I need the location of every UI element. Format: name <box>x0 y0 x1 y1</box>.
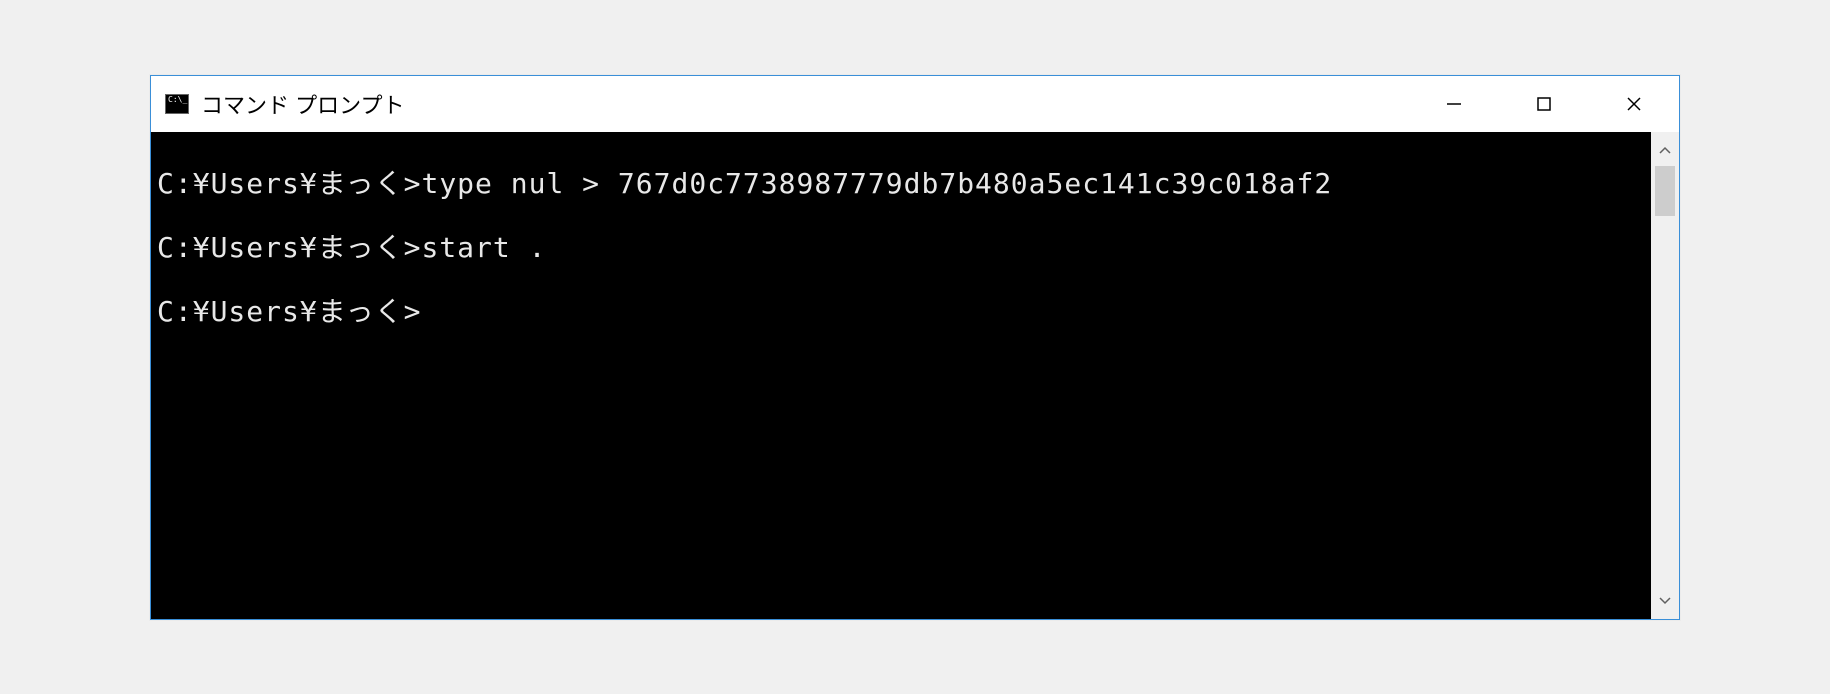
terminal-output[interactable]: C:¥Users¥まっく>type nul > 767d0c7738987779… <box>151 132 1651 619</box>
chevron-up-icon <box>1659 146 1671 154</box>
prompt: C:¥Users¥まっく> <box>157 167 421 200</box>
window-controls <box>1409 76 1679 132</box>
scroll-up-arrow[interactable] <box>1651 136 1679 164</box>
close-icon <box>1625 95 1643 113</box>
terminal-line: C:¥Users¥まっく> <box>157 295 421 328</box>
prompt: C:¥Users¥まっく> <box>157 231 421 264</box>
chevron-down-icon <box>1659 597 1671 605</box>
terminal-line: C:¥Users¥まっく>type nul > 767d0c7738987779… <box>157 167 1332 200</box>
close-button[interactable] <box>1589 76 1679 132</box>
command: type nul > 767d0c7738987779db7b480a5ec14… <box>421 167 1332 200</box>
maximize-button[interactable] <box>1499 76 1589 132</box>
window-title: コマンド プロンプト <box>201 88 1409 120</box>
command: start . <box>421 231 546 264</box>
command-prompt-window: コマンド プロンプト C:¥Users¥まっく>type nul > 767d0 <box>150 75 1680 620</box>
scroll-down-arrow[interactable] <box>1651 587 1679 615</box>
terminal-area: C:¥Users¥まっく>type nul > 767d0c7738987779… <box>151 132 1679 619</box>
prompt: C:¥Users¥まっく> <box>157 295 421 328</box>
maximize-icon <box>1536 96 1552 112</box>
minimize-icon <box>1445 95 1463 113</box>
scroll-track[interactable] <box>1651 164 1679 587</box>
vertical-scrollbar[interactable] <box>1651 132 1679 619</box>
terminal-line: C:¥Users¥まっく>start . <box>157 231 546 264</box>
app-icon <box>165 94 189 114</box>
minimize-button[interactable] <box>1409 76 1499 132</box>
scroll-thumb[interactable] <box>1655 166 1675 216</box>
titlebar[interactable]: コマンド プロンプト <box>151 76 1679 132</box>
